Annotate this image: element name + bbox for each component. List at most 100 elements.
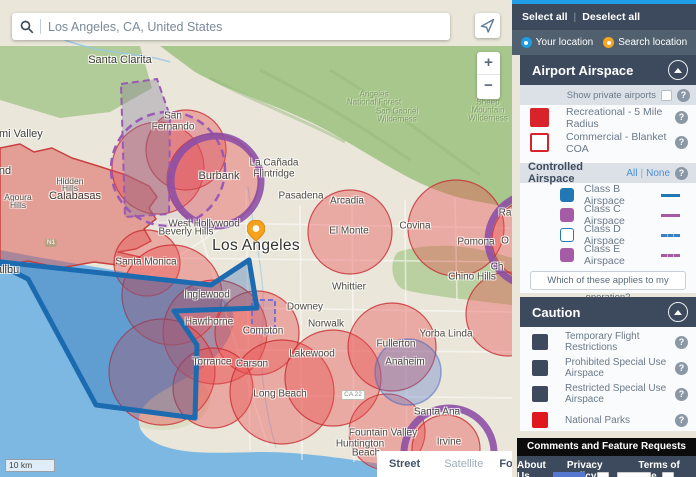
map-label: Downey — [287, 302, 323, 313]
controlled-airspace-header: Controlled Airspace All | None ? — [520, 163, 696, 183]
map-label: Inglewood — [184, 290, 230, 301]
commercial-swatch — [530, 133, 549, 152]
map-label: El Monte — [329, 226, 368, 237]
map-label: National Forest — [347, 98, 401, 107]
map-canvas[interactable]: Santa Clarita Simi Valley nd Malibu San … — [0, 0, 512, 477]
your-location-option[interactable]: Your location — [521, 37, 593, 48]
commercial-layer-row[interactable]: Commercial - Blanket COA ? — [520, 130, 696, 155]
map-label: Ra — [499, 208, 512, 219]
your-location-label: Your location — [536, 37, 593, 48]
tab-street[interactable]: Street — [377, 451, 432, 477]
map-label: Wilderness — [468, 114, 508, 123]
location-pin-icon[interactable] — [247, 220, 265, 242]
search-input[interactable] — [48, 20, 442, 34]
help-icon[interactable]: ? — [675, 388, 688, 401]
prohibited-row[interactable]: Prohibited Special Use Airspace ? — [520, 355, 696, 381]
social-button[interactable] — [597, 472, 609, 477]
map-label: Arcadia — [330, 196, 364, 207]
map-label: Chino Hills — [448, 272, 496, 283]
route-shield: N1 — [45, 239, 57, 247]
class-d-row[interactable]: Class D Airspace — [520, 225, 696, 245]
link-separator: | — [640, 168, 643, 179]
comments-feature-requests-link[interactable]: Comments and Feature Requests — [517, 438, 696, 456]
basemap-tabbar: Street Satellite Fo — [377, 451, 512, 477]
zoom-control: + − — [477, 52, 500, 99]
caution-body: Temporary Flight Restrictions ? Prohibit… — [520, 327, 696, 431]
help-icon[interactable]: ? — [675, 362, 688, 375]
help-icon[interactable]: ? — [675, 167, 688, 180]
collapse-caution-button[interactable] — [668, 302, 688, 322]
map-label: Ch — [491, 262, 504, 273]
social-button[interactable] — [662, 472, 674, 477]
help-icon[interactable]: ? — [675, 336, 688, 349]
deselect-all-link[interactable]: Deselect all — [582, 11, 640, 23]
show-private-airports-checkbox[interactable] — [661, 90, 672, 101]
collapse-airport-button[interactable] — [668, 60, 688, 80]
map-label: Fullerton — [377, 339, 416, 350]
national-parks-row[interactable]: National Parks ? — [520, 407, 696, 433]
restricted-label: Restricted Special Use Airspace — [565, 383, 675, 405]
route-shield: CA 22 — [341, 390, 365, 400]
social-button[interactable] — [553, 472, 585, 477]
tab-partial[interactable]: Fo — [495, 451, 512, 477]
layers-sidebar: Select all | Deselect all Your location … — [512, 0, 696, 477]
about-us-link[interactable]: About Us — [517, 460, 558, 477]
restricted-row[interactable]: Restricted Special Use Airspace ? — [520, 381, 696, 407]
map-label: Long Beach — [253, 389, 306, 400]
map-label: Wilderness — [377, 115, 417, 124]
which-applies-button[interactable]: Which of these applies to my operation? — [530, 271, 686, 290]
map-label: Whittier — [332, 282, 366, 293]
map-label: Norwalk — [308, 319, 344, 330]
map-label: Flintridge — [253, 169, 294, 180]
recreational-label: Recreational - 5 Mile Radius — [566, 106, 675, 130]
class-e-label: Class E Airspace — [584, 243, 661, 267]
map-label: Compton — [243, 326, 284, 337]
map-label: Santa Ana — [414, 407, 460, 418]
select-all-link[interactable]: Select all — [522, 11, 568, 23]
class-c-swatch — [560, 208, 574, 222]
help-icon[interactable]: ? — [675, 414, 688, 427]
map-label: La Cañada — [250, 158, 299, 169]
search-location-label: Search location — [618, 37, 687, 48]
tfr-row[interactable]: Temporary Flight Restrictions ? — [520, 329, 696, 355]
map-label: San — [164, 111, 182, 122]
class-e-row[interactable]: Class E Airspace — [520, 245, 696, 265]
help-icon[interactable]: ? — [677, 89, 690, 102]
sidebar-footer: About Us Privacy Policy Terms of Use — [517, 456, 696, 477]
controlled-airspace-title: Controlled Airspace — [528, 161, 626, 185]
map-label: Fountain Valley — [349, 428, 417, 439]
controlled-none-link[interactable]: None — [646, 168, 670, 179]
commercial-label: Commercial - Blanket COA — [566, 131, 675, 155]
national-parks-label: National Parks — [565, 415, 675, 426]
search-bar — [12, 13, 450, 40]
tfr-swatch — [532, 334, 548, 350]
help-icon[interactable]: ? — [675, 136, 688, 149]
map-label: Irvine — [437, 437, 461, 448]
map-label: Hills — [10, 200, 26, 210]
airport-airspace-header: Airport Airspace — [520, 55, 696, 85]
map-label: Hills — [62, 183, 78, 193]
locate-me-button[interactable] — [475, 13, 500, 38]
caution-header: Caution — [520, 297, 696, 327]
controlled-all-link[interactable]: All — [626, 168, 637, 179]
search-location-option[interactable]: Search location — [603, 37, 687, 48]
your-location-icon — [521, 37, 532, 48]
map-label: Burbank — [199, 170, 240, 182]
tab-satellite[interactable]: Satellite — [432, 451, 495, 477]
zoom-out-button[interactable]: − — [477, 75, 500, 98]
help-icon[interactable]: ? — [675, 111, 688, 124]
location-mode-row: Your location Search location — [512, 30, 696, 55]
recreational-layer-row[interactable]: Recreational - 5 Mile Radius ? — [520, 105, 696, 130]
show-private-airports-label: Show private airports — [567, 90, 656, 101]
prohibited-swatch — [532, 360, 548, 376]
map-label: Yorba Linda — [419, 329, 472, 340]
class-d-swatch — [560, 228, 574, 242]
social-button[interactable] — [617, 472, 651, 477]
zoom-in-button[interactable]: + — [477, 52, 500, 75]
class-b-swatch — [560, 188, 574, 202]
map-label: Malibu — [0, 264, 19, 276]
class-c-row[interactable]: Class C Airspace — [520, 205, 696, 225]
map-label: nd — [0, 165, 11, 177]
map-label: Carson — [236, 359, 268, 370]
class-b-row[interactable]: Class B Airspace — [520, 185, 696, 205]
